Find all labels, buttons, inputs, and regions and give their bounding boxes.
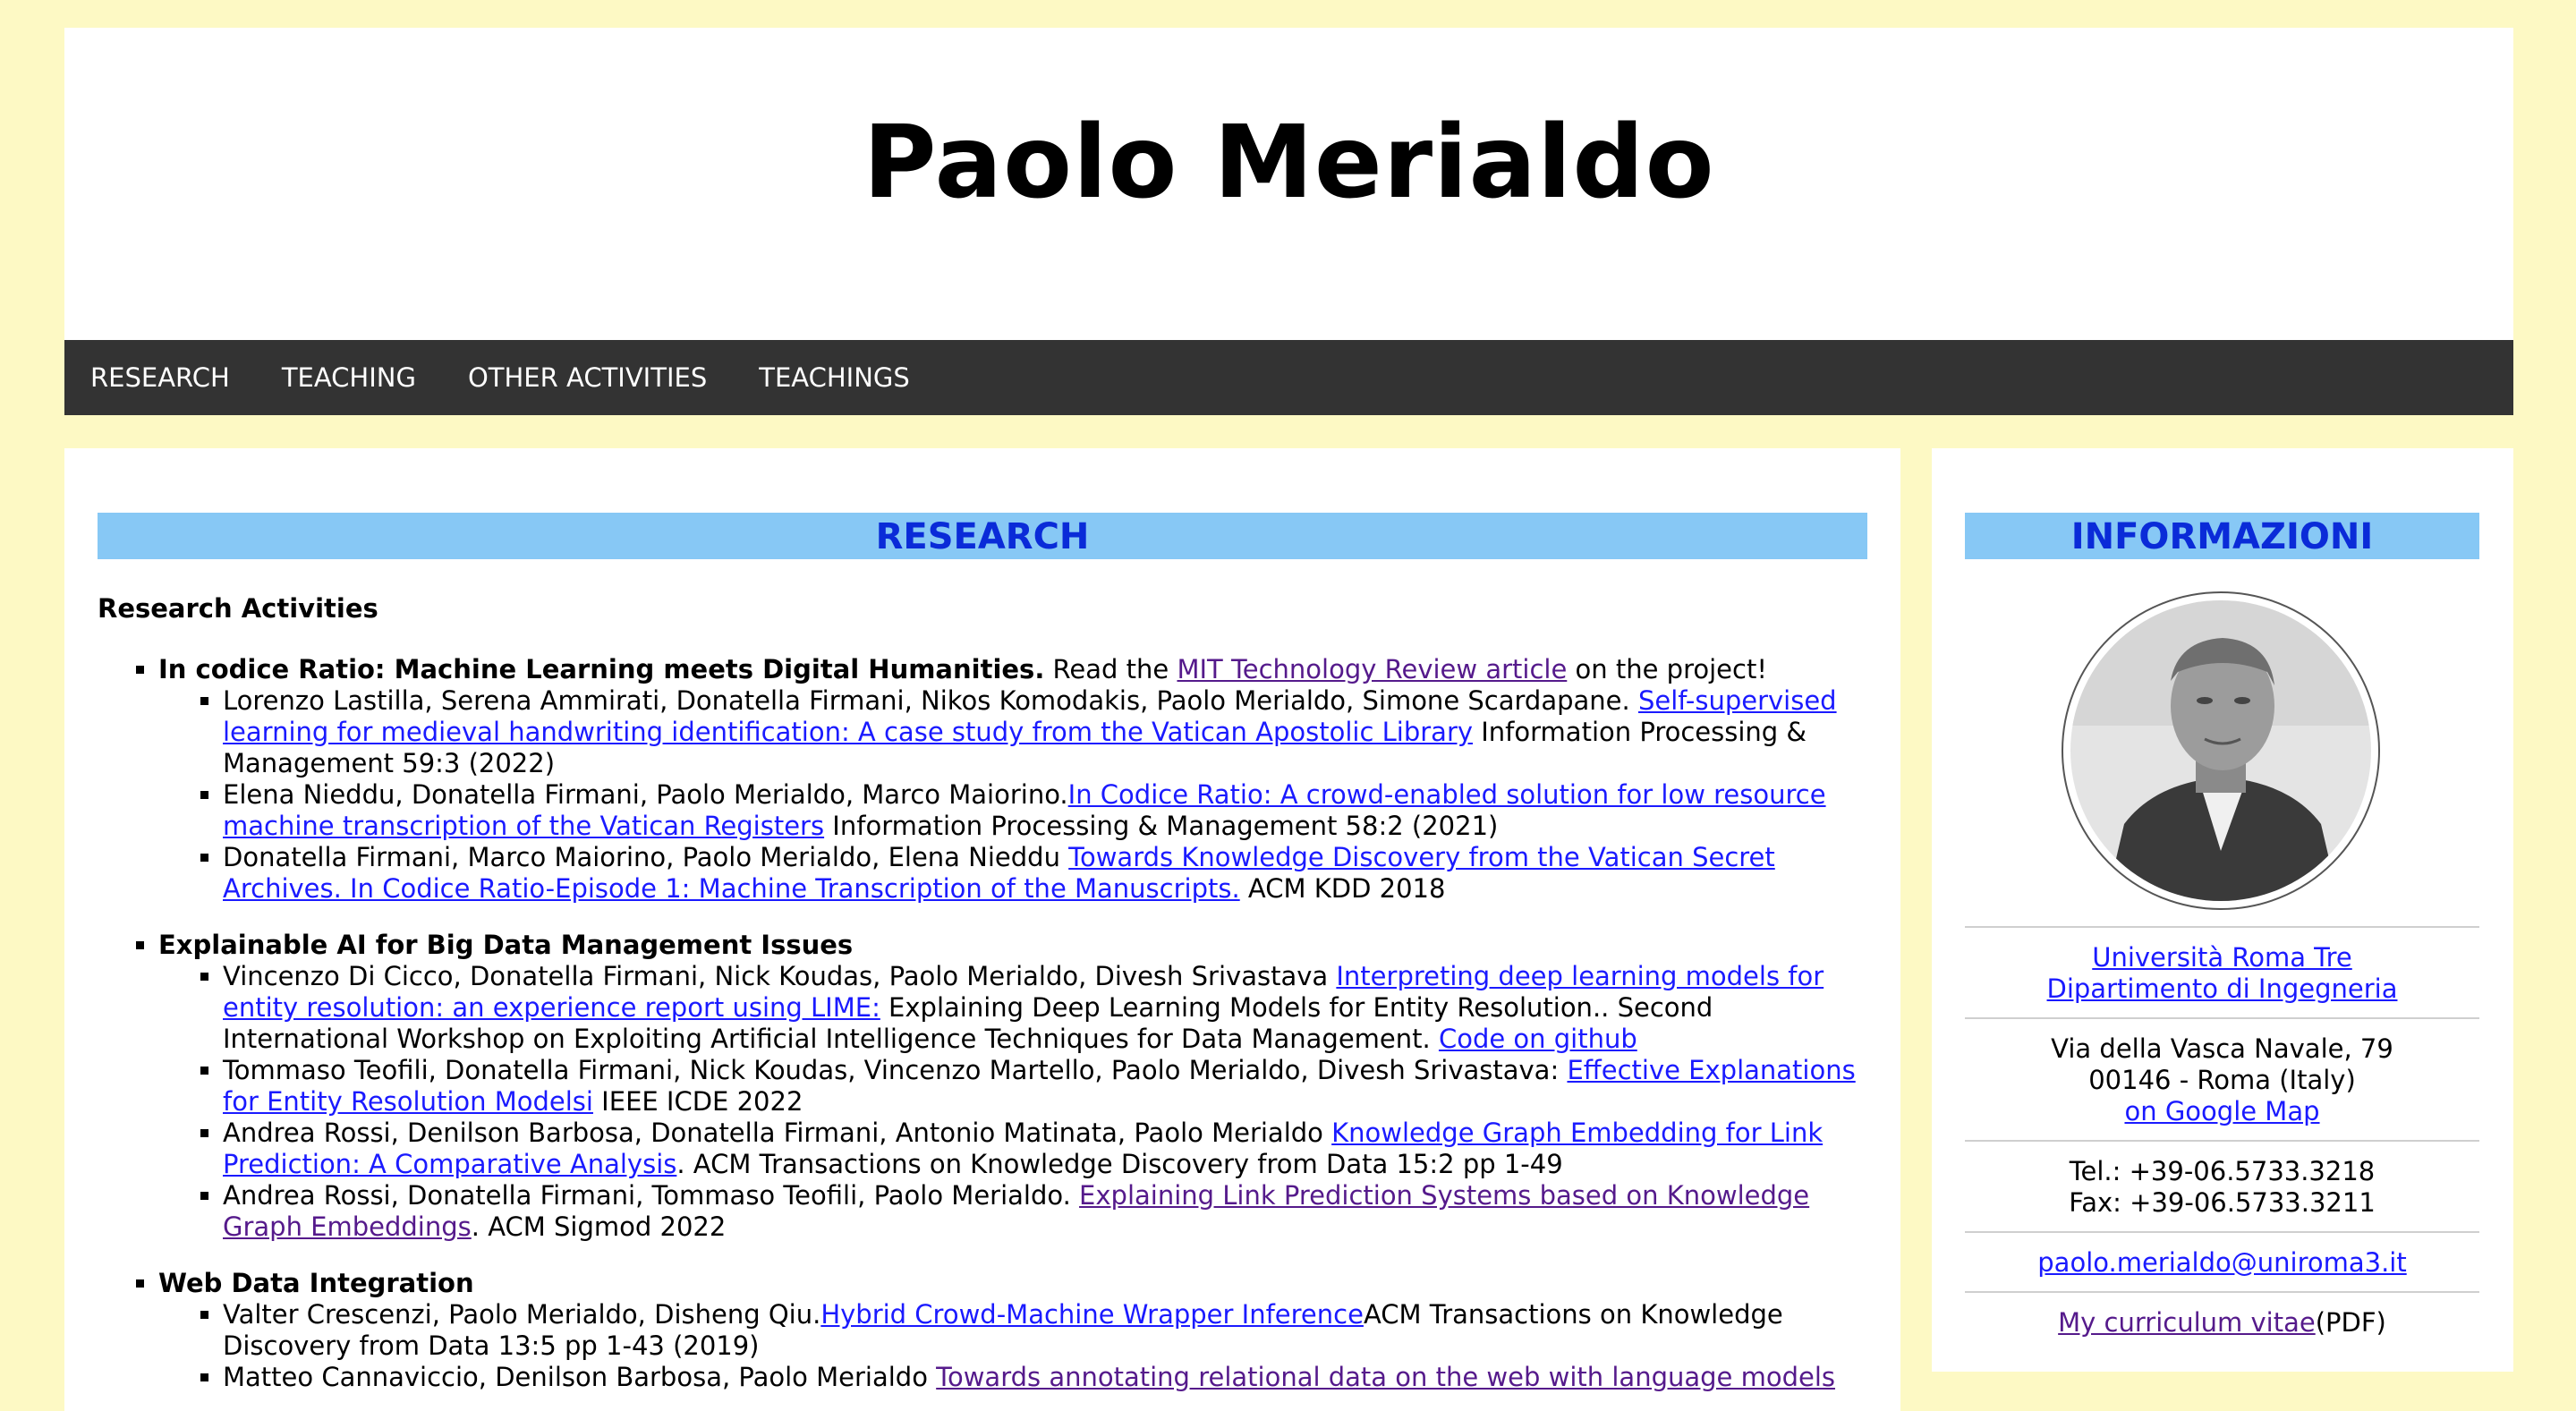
top-navbar: RESEARCH TEACHING OTHER ACTIVITIES TEACH… xyxy=(64,340,2513,415)
pub-authors: Elena Nieddu, Donatella Firmani, Paolo M… xyxy=(223,779,1068,810)
nav-teachings[interactable]: TEACHINGS xyxy=(733,340,936,415)
pub-authors: Vincenzo Di Cicco, Donatella Firmani, Ni… xyxy=(223,961,1337,991)
page-title: Paolo Merialdo xyxy=(863,104,1715,221)
tel-text: Tel.: +39-06.5733.3218 xyxy=(2069,1156,2376,1186)
phone-block: Tel.: +39-06.5733.3218 Fax: +39-06.5733.… xyxy=(1965,1140,2479,1231)
pub-link[interactable]: Towards annotating relational data on th… xyxy=(936,1362,1835,1392)
research-topics: In codice Ratio: Machine Learning meets … xyxy=(98,654,1878,1411)
topic-text: on the project! xyxy=(1567,654,1767,684)
site-header: Paolo Merialdo xyxy=(64,28,2513,340)
fax-text: Fax: +39-06.5733.3211 xyxy=(2069,1187,2376,1218)
email-link[interactable]: paolo.merialdo@uniroma3.it xyxy=(2037,1247,2406,1278)
pub-venue: IEEE ICDE 2022 xyxy=(592,1086,803,1117)
university-link[interactable]: Università Roma Tre xyxy=(2092,942,2352,973)
contact-info: Università Roma Tre Dipartimento di Inge… xyxy=(1965,926,2479,1351)
publication-item: Lorenzo Lastilla, Serena Ammirati, Donat… xyxy=(223,685,1878,779)
publication-item: Donatella Firmani, Marco Maiorino, Paolo… xyxy=(223,842,1878,905)
pub-venue: ACM KDD 2018 xyxy=(1239,873,1446,904)
github-code-link[interactable]: Code on github xyxy=(1439,1024,1637,1054)
topic-item: In codice Ratio: Machine Learning meets … xyxy=(158,654,1878,905)
department-link[interactable]: Dipartimento di Ingegneria xyxy=(2047,973,2398,1004)
avatar xyxy=(2062,591,2380,910)
pub-venue: Information Processing & Management 58:2… xyxy=(824,811,1499,841)
mit-review-link[interactable]: MIT Technology Review article xyxy=(1177,654,1567,684)
research-section-title: RESEARCH xyxy=(98,513,1867,559)
topic-title: Web Data Integration xyxy=(158,1268,474,1298)
main-content: RESEARCH Research Activities In codice R… xyxy=(64,448,1900,1411)
topic-text: Read the xyxy=(1044,654,1177,684)
affiliation-block: Università Roma Tre Dipartimento di Inge… xyxy=(1965,926,2479,1017)
pub-venue: . ACM Sigmod 2022 xyxy=(471,1211,727,1242)
pub-link[interactable]: Hybrid Crowd-Machine Wrapper Inference xyxy=(820,1299,1364,1330)
pub-authors: Matteo Cannaviccio, Denilson Barbosa, Pa… xyxy=(223,1362,937,1392)
pub-authors: Tommaso Teofili, Donatella Firmani, Nick… xyxy=(223,1055,1568,1085)
publication-item: Elena Nieddu, Donatella Firmani, Paolo M… xyxy=(223,779,1878,842)
info-sidebar: INFORMAZIONI Università Roma Tre Diparti… xyxy=(1932,448,2513,1372)
pub-venue: . ACM Transactions on Knowledge Discover… xyxy=(676,1149,1563,1179)
topic-title: Explainable AI for Big Data Management I… xyxy=(158,930,854,960)
topic-item: Explainable AI for Big Data Management I… xyxy=(158,930,1878,1243)
topic-title: In codice Ratio: Machine Learning meets … xyxy=(158,654,1045,684)
topic-item: Web Data Integration Valter Crescenzi, P… xyxy=(158,1268,1878,1393)
address-block: Via della Vasca Navale, 79 00146 - Roma … xyxy=(1965,1017,2479,1140)
publication-item: Valter Crescenzi, Paolo Merialdo, Dishen… xyxy=(223,1299,1878,1362)
pub-authors: Andrea Rossi, Donatella Firmani, Tommaso… xyxy=(223,1180,1080,1211)
nav-other-activities[interactable]: OTHER ACTIVITIES xyxy=(442,340,733,415)
cv-block: My curriculum vitae(PDF) xyxy=(1965,1291,2479,1351)
google-map-link[interactable]: on Google Map xyxy=(2124,1096,2319,1126)
profile-photo-icon xyxy=(2070,600,2371,901)
cv-link[interactable]: My curriculum vitae xyxy=(2058,1307,2316,1338)
nav-research[interactable]: RESEARCH xyxy=(64,340,256,415)
pub-authors: Valter Crescenzi, Paolo Merialdo, Dishen… xyxy=(223,1299,821,1330)
publication-item: Matteo Cannaviccio, Denilson Barbosa, Pa… xyxy=(223,1362,1878,1393)
info-section-title: INFORMAZIONI xyxy=(1965,513,2479,559)
publication-item: Andrea Rossi, Denilson Barbosa, Donatell… xyxy=(223,1118,1878,1180)
publication-item: Vincenzo Di Cicco, Donatella Firmani, Ni… xyxy=(223,961,1878,1055)
address-line: 00146 - Roma (Italy) xyxy=(2088,1065,2356,1095)
cv-suffix: (PDF) xyxy=(2315,1307,2386,1338)
pub-authors: Lorenzo Lastilla, Serena Ammirati, Donat… xyxy=(223,685,1638,716)
address-line: Via della Vasca Navale, 79 xyxy=(2051,1033,2393,1064)
email-block: paolo.merialdo@uniroma3.it xyxy=(1965,1231,2479,1291)
publication-item: Andrea Rossi, Donatella Firmani, Tommaso… xyxy=(223,1180,1878,1243)
pub-authors: Donatella Firmani, Marco Maiorino, Paolo… xyxy=(223,842,1069,872)
pub-authors: Andrea Rossi, Denilson Barbosa, Donatell… xyxy=(223,1118,1332,1148)
nav-teaching[interactable]: TEACHING xyxy=(256,340,442,415)
research-activities-heading: Research Activities xyxy=(98,593,378,624)
publication-item: Tommaso Teofili, Donatella Firmani, Nick… xyxy=(223,1055,1878,1118)
